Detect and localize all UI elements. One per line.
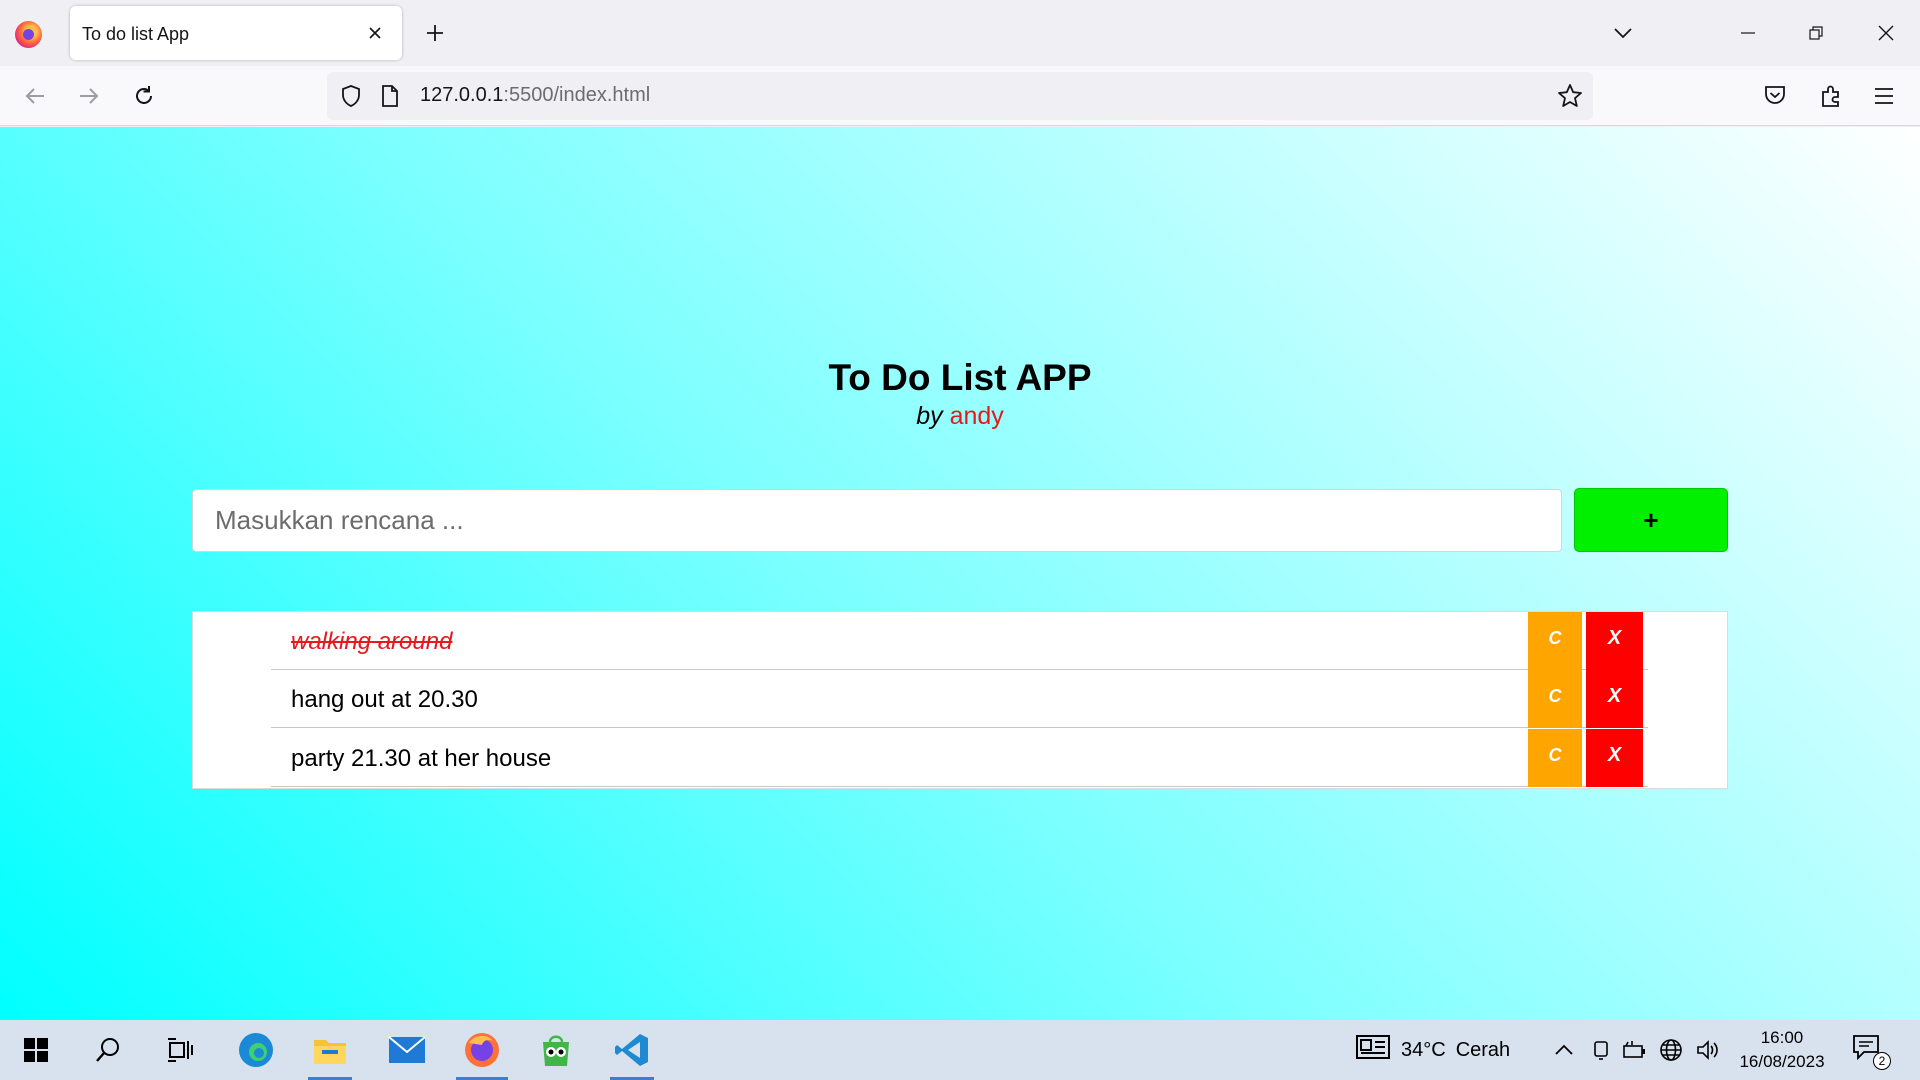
url-text: 127.0.0.1:5500/index.html [420,84,651,106]
back-arrow-icon[interactable] [18,79,52,113]
chevron-up-icon[interactable] [1550,1036,1578,1064]
todo-list: walking around C X hang out at 20.30 C X… [192,611,1728,789]
tab-title: To do list App [82,24,190,44]
address-bar[interactable]: 127.0.0.1:5500/index.html [327,72,1593,120]
author-name: andy [949,402,1004,430]
complete-button[interactable]: C [1528,612,1582,670]
by-label: by [916,402,943,430]
chevron-down-icon[interactable] [1608,18,1638,48]
network-globe-icon[interactable] [1657,1036,1685,1064]
reload-icon[interactable] [127,79,161,113]
clock-time: 16:00 [1760,1028,1804,1047]
firefox-icon[interactable] [15,21,42,48]
weather-icon [1355,1034,1391,1066]
page-title: To Do List APP [828,357,1092,398]
page-info-icon[interactable] [380,85,400,112]
minimize-icon[interactable] [1724,10,1772,56]
weather-temperature: 34°C [1401,1038,1446,1061]
delete-button[interactable]: X [1586,612,1643,670]
todo-item: walking around C X [271,612,1648,670]
todo-input[interactable] [192,489,1562,552]
tab-strip: To do list App [0,0,1920,66]
weather-description: Cerah [1455,1038,1511,1061]
volume-icon[interactable] [1694,1036,1722,1064]
todo-item-text: hang out at 20.30 [291,686,478,713]
pocket-icon[interactable] [1758,79,1792,113]
system-clock[interactable]: 16:00 16/08/2023 [1732,1026,1832,1074]
firefox-taskbar-icon[interactable] [452,1026,512,1080]
todo-item: hang out at 20.30 C X [271,670,1648,728]
clock-date: 16/08/2023 [1739,1052,1825,1071]
add-todo-button[interactable]: + [1574,488,1728,552]
vscode-icon[interactable] [602,1026,662,1080]
forward-arrow-icon[interactable] [72,79,106,113]
todo-item-text: party 21.30 at her house [291,745,552,772]
complete-button[interactable]: C [1528,670,1582,728]
delete-button[interactable]: X [1586,670,1643,728]
close-tab-icon[interactable] [360,18,390,48]
close-window-icon[interactable] [1862,10,1910,56]
tracking-shield-icon[interactable] [339,84,363,113]
byline: by andy [0,402,1920,431]
task-view-icon[interactable] [150,1026,210,1074]
todo-item: party 21.30 at her house C X [271,729,1648,787]
edge-browser-icon[interactable] [226,1026,286,1074]
browser-tab[interactable]: To do list App [70,6,402,60]
restore-icon[interactable] [1792,10,1840,56]
windows-start-icon[interactable] [6,1026,66,1074]
meet-now-icon[interactable] [1587,1036,1615,1064]
bookmark-star-icon[interactable] [1557,83,1583,114]
notification-count-badge: 2 [1873,1052,1891,1070]
navigation-bar: 127.0.0.1:5500/index.html [0,66,1920,126]
new-tab-icon[interactable] [420,18,450,48]
shopping-app-icon[interactable] [526,1026,586,1074]
menu-icon[interactable] [1867,79,1901,113]
file-explorer-icon[interactable] [300,1026,360,1080]
battery-icon[interactable] [1621,1036,1649,1064]
extensions-icon[interactable] [1814,79,1848,113]
todo-item-text: walking around [291,628,453,655]
windows-taskbar: 34°C Cerah 16:00 16/08/2023 2 [0,1020,1920,1080]
page-content: To Do List APP by andy + walking around … [0,127,1920,1020]
weather-widget[interactable]: 34°C Cerah [1355,1032,1510,1068]
search-icon[interactable] [78,1026,138,1074]
complete-button[interactable]: C [1528,729,1582,787]
mail-icon[interactable] [377,1026,437,1074]
delete-button[interactable]: X [1586,729,1643,787]
